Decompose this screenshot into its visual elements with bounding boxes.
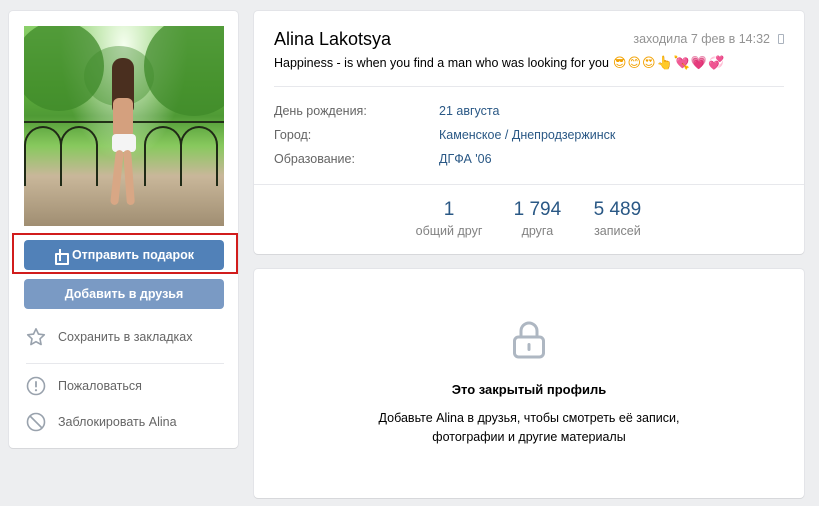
counter-value: 1	[443, 199, 455, 220]
phone-icon	[778, 34, 784, 44]
profile-info-card: Alina Lakotsya заходила 7 фев в 14:32 Ha…	[254, 11, 804, 254]
counter-label: записей	[594, 224, 641, 238]
closed-profile-description: Добавьте Alina в друзья, чтобы смотреть …	[254, 409, 804, 447]
counter-posts[interactable]: 5 489 записей	[592, 198, 642, 238]
counters-divider	[254, 184, 804, 185]
sidebar-divider	[26, 363, 224, 364]
counter-label: общий друг	[415, 224, 483, 238]
exclamation-circle-icon	[26, 376, 46, 396]
birthday-label: День рождения:	[274, 104, 367, 118]
counter-label: друга	[521, 224, 554, 238]
closed-profile-line-1: Добавьте Alina в друзья, чтобы смотреть …	[378, 411, 680, 425]
profile-status: Happiness - is when you find a man who w…	[274, 55, 725, 71]
info-row-education: Образование: ДГФА '06	[274, 152, 492, 166]
info-row-city: Город: Каменское / Днепродзержинск	[274, 128, 615, 142]
info-row-birthday: День рождения: 21 августа	[274, 104, 499, 118]
bookmark-label: Сохранить в закладках	[58, 330, 193, 344]
city-link[interactable]: Каменское / Днепродзержинск	[439, 128, 615, 142]
closed-profile-card: Это закрытый профиль Добавьте Alina в др…	[254, 269, 804, 498]
last-seen-status: заходила 7 фев в 14:32	[633, 32, 784, 46]
report-action[interactable]: Пожаловаться	[26, 376, 142, 396]
profile-name: Alina Lakotsya	[274, 29, 392, 49]
lock-icon	[513, 321, 545, 359]
add-friend-label: Добавить в друзья	[64, 287, 184, 301]
block-icon	[26, 412, 46, 432]
gift-button-highlight	[12, 233, 238, 274]
report-label: Пожаловаться	[58, 379, 142, 393]
counter-value: 5 489	[593, 199, 642, 220]
counter-value: 1 794	[513, 199, 562, 220]
status-emoji: 😎😊😍👆💘💗💞	[612, 55, 726, 70]
education-link[interactable]: ДГФА '06	[439, 152, 492, 166]
photo-person	[106, 58, 142, 208]
block-action[interactable]: Заблокировать Alina	[26, 412, 177, 432]
counter-friends[interactable]: 1 794 друга	[512, 198, 562, 238]
last-seen-text: заходила 7 фев в 14:32	[633, 32, 770, 46]
profile-counters: 1 общий друг 1 794 друга 5 489 записей	[254, 198, 804, 238]
bookmark-action[interactable]: Сохранить в закладках	[26, 327, 192, 347]
education-label: Образование:	[274, 152, 355, 166]
closed-profile-title: Это закрытый профиль	[451, 382, 607, 397]
closed-profile-line-2: фотографии и другие материалы	[432, 430, 626, 444]
add-friend-button[interactable]: Добавить в друзья	[24, 279, 224, 309]
status-text: Happiness - is when you find a man who w…	[274, 56, 609, 70]
header-divider	[274, 86, 784, 87]
profile-avatar[interactable]	[24, 26, 224, 226]
star-icon	[26, 328, 46, 346]
birthday-link[interactable]: 21 августа	[439, 104, 499, 118]
block-label: Заблокировать Alina	[58, 415, 177, 429]
profile-sidebar: Отправить подарок Добавить в друзья Сохр…	[9, 11, 238, 448]
city-label: Город:	[274, 128, 312, 142]
counter-mutual-friends[interactable]: 1 общий друг	[416, 198, 483, 238]
